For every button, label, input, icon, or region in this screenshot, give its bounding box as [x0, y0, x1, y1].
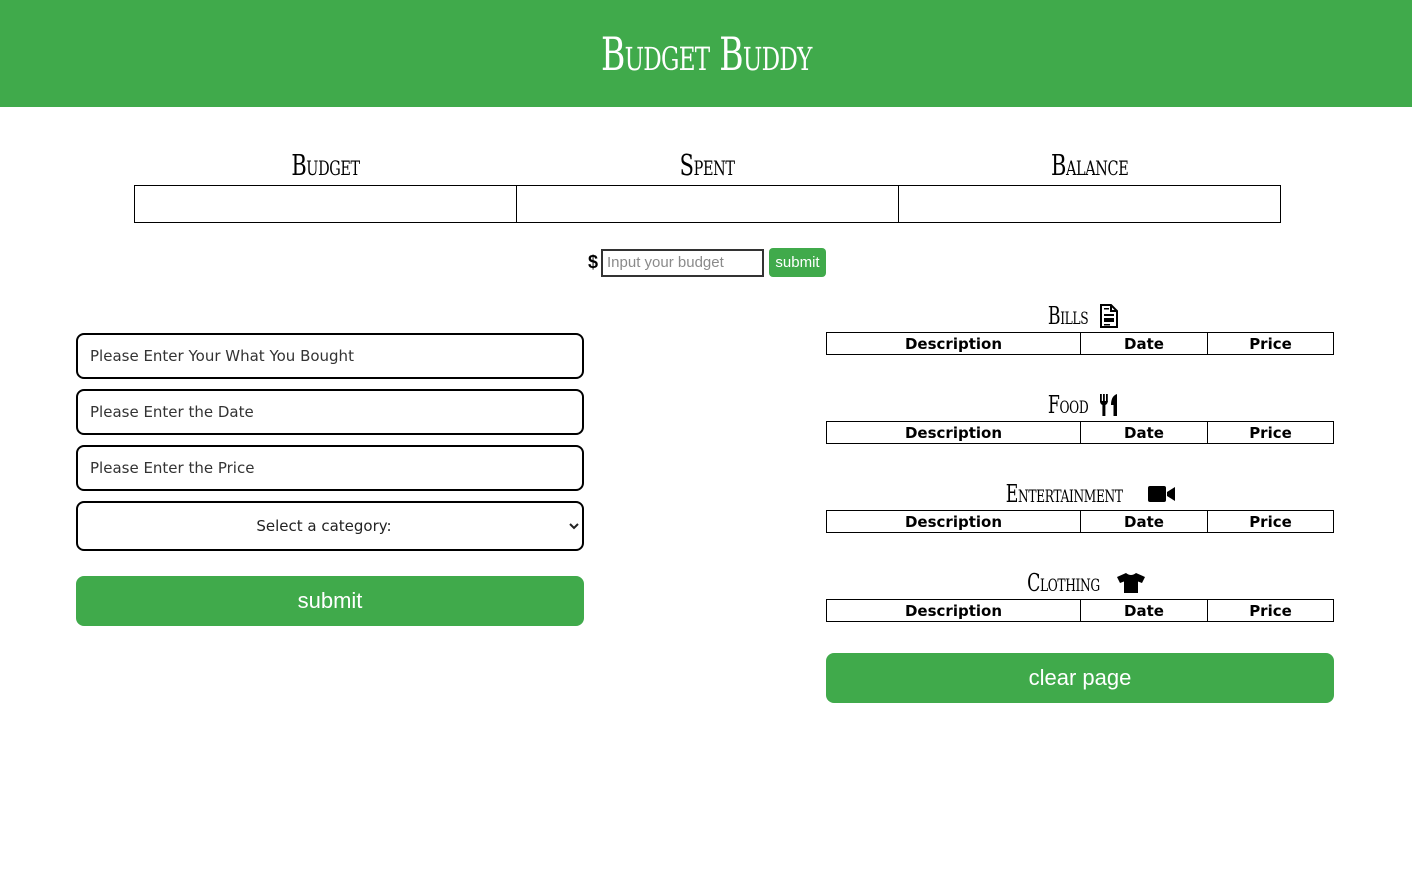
category-entertainment: Entertainment Description Date Price — [826, 478, 1334, 533]
entertainment-table: Description Date Price — [826, 510, 1334, 533]
app-title: Budget Buddy — [600, 26, 812, 81]
category-name: Entertainment — [1005, 480, 1123, 508]
budget-label: Budget — [290, 148, 360, 182]
food-table: Description Date Price — [826, 421, 1334, 444]
description-header: Description — [826, 599, 1081, 622]
bills-table: Description Date Price — [826, 332, 1334, 355]
budget-value — [134, 185, 517, 223]
date-header: Date — [1080, 421, 1208, 444]
budget-submit-button[interactable]: submit — [769, 248, 827, 277]
video-camera-icon — [1147, 482, 1177, 506]
spent-value — [516, 185, 899, 223]
category-title: Clothing — [826, 567, 1334, 599]
description-header: Description — [826, 332, 1081, 355]
category-select[interactable]: Select a category: — [76, 501, 584, 551]
purchase-submit-button[interactable]: submit — [76, 576, 584, 626]
category-clothing: Clothing Description Date Price — [826, 567, 1334, 622]
summary-table — [134, 185, 1281, 223]
clothing-table: Description Date Price — [826, 599, 1334, 622]
category-food: Food Description Date Price — [826, 389, 1334, 444]
budget-label-cell: Budget — [134, 146, 516, 185]
category-title: Bills — [826, 300, 1334, 332]
purchase-form: Select a category: submit — [76, 333, 584, 626]
category-bills: Bills Description Date Price — [826, 300, 1334, 355]
category-tables: Bills Description Date Price Food Descri… — [826, 300, 1334, 703]
budget-entry: $ submit — [588, 248, 827, 277]
category-name: Bills — [1047, 302, 1089, 330]
date-header: Date — [1080, 510, 1208, 533]
spent-label: Spent — [680, 148, 735, 182]
tshirt-icon — [1115, 571, 1147, 595]
date-header: Date — [1080, 332, 1208, 355]
description-header: Description — [826, 510, 1081, 533]
balance-label-cell: Balance — [899, 146, 1281, 185]
description-header: Description — [826, 421, 1081, 444]
balance-value — [898, 185, 1281, 223]
price-header: Price — [1207, 510, 1334, 533]
file-invoice-icon — [1098, 304, 1120, 328]
category-title: Entertainment — [826, 478, 1334, 510]
date-header: Date — [1080, 599, 1208, 622]
balance-label: Balance — [1051, 148, 1129, 182]
price-header: Price — [1207, 332, 1334, 355]
category-title: Food — [826, 389, 1334, 421]
description-field[interactable] — [76, 333, 584, 379]
summary-labels: Budget Spent Balance — [134, 146, 1281, 185]
budget-input[interactable] — [601, 248, 765, 277]
currency-symbol: $ — [588, 252, 599, 272]
category-name: Food — [1047, 391, 1089, 419]
clear-page-button[interactable]: clear page — [826, 653, 1334, 703]
date-field[interactable] — [76, 389, 584, 435]
utensils-icon — [1098, 393, 1120, 417]
app-header: Budget Buddy — [0, 0, 1412, 107]
category-name: Clothing — [1026, 569, 1100, 597]
spent-label-cell: Spent — [516, 146, 898, 185]
price-header: Price — [1207, 421, 1334, 444]
price-field[interactable] — [76, 445, 584, 491]
price-header: Price — [1207, 599, 1334, 622]
